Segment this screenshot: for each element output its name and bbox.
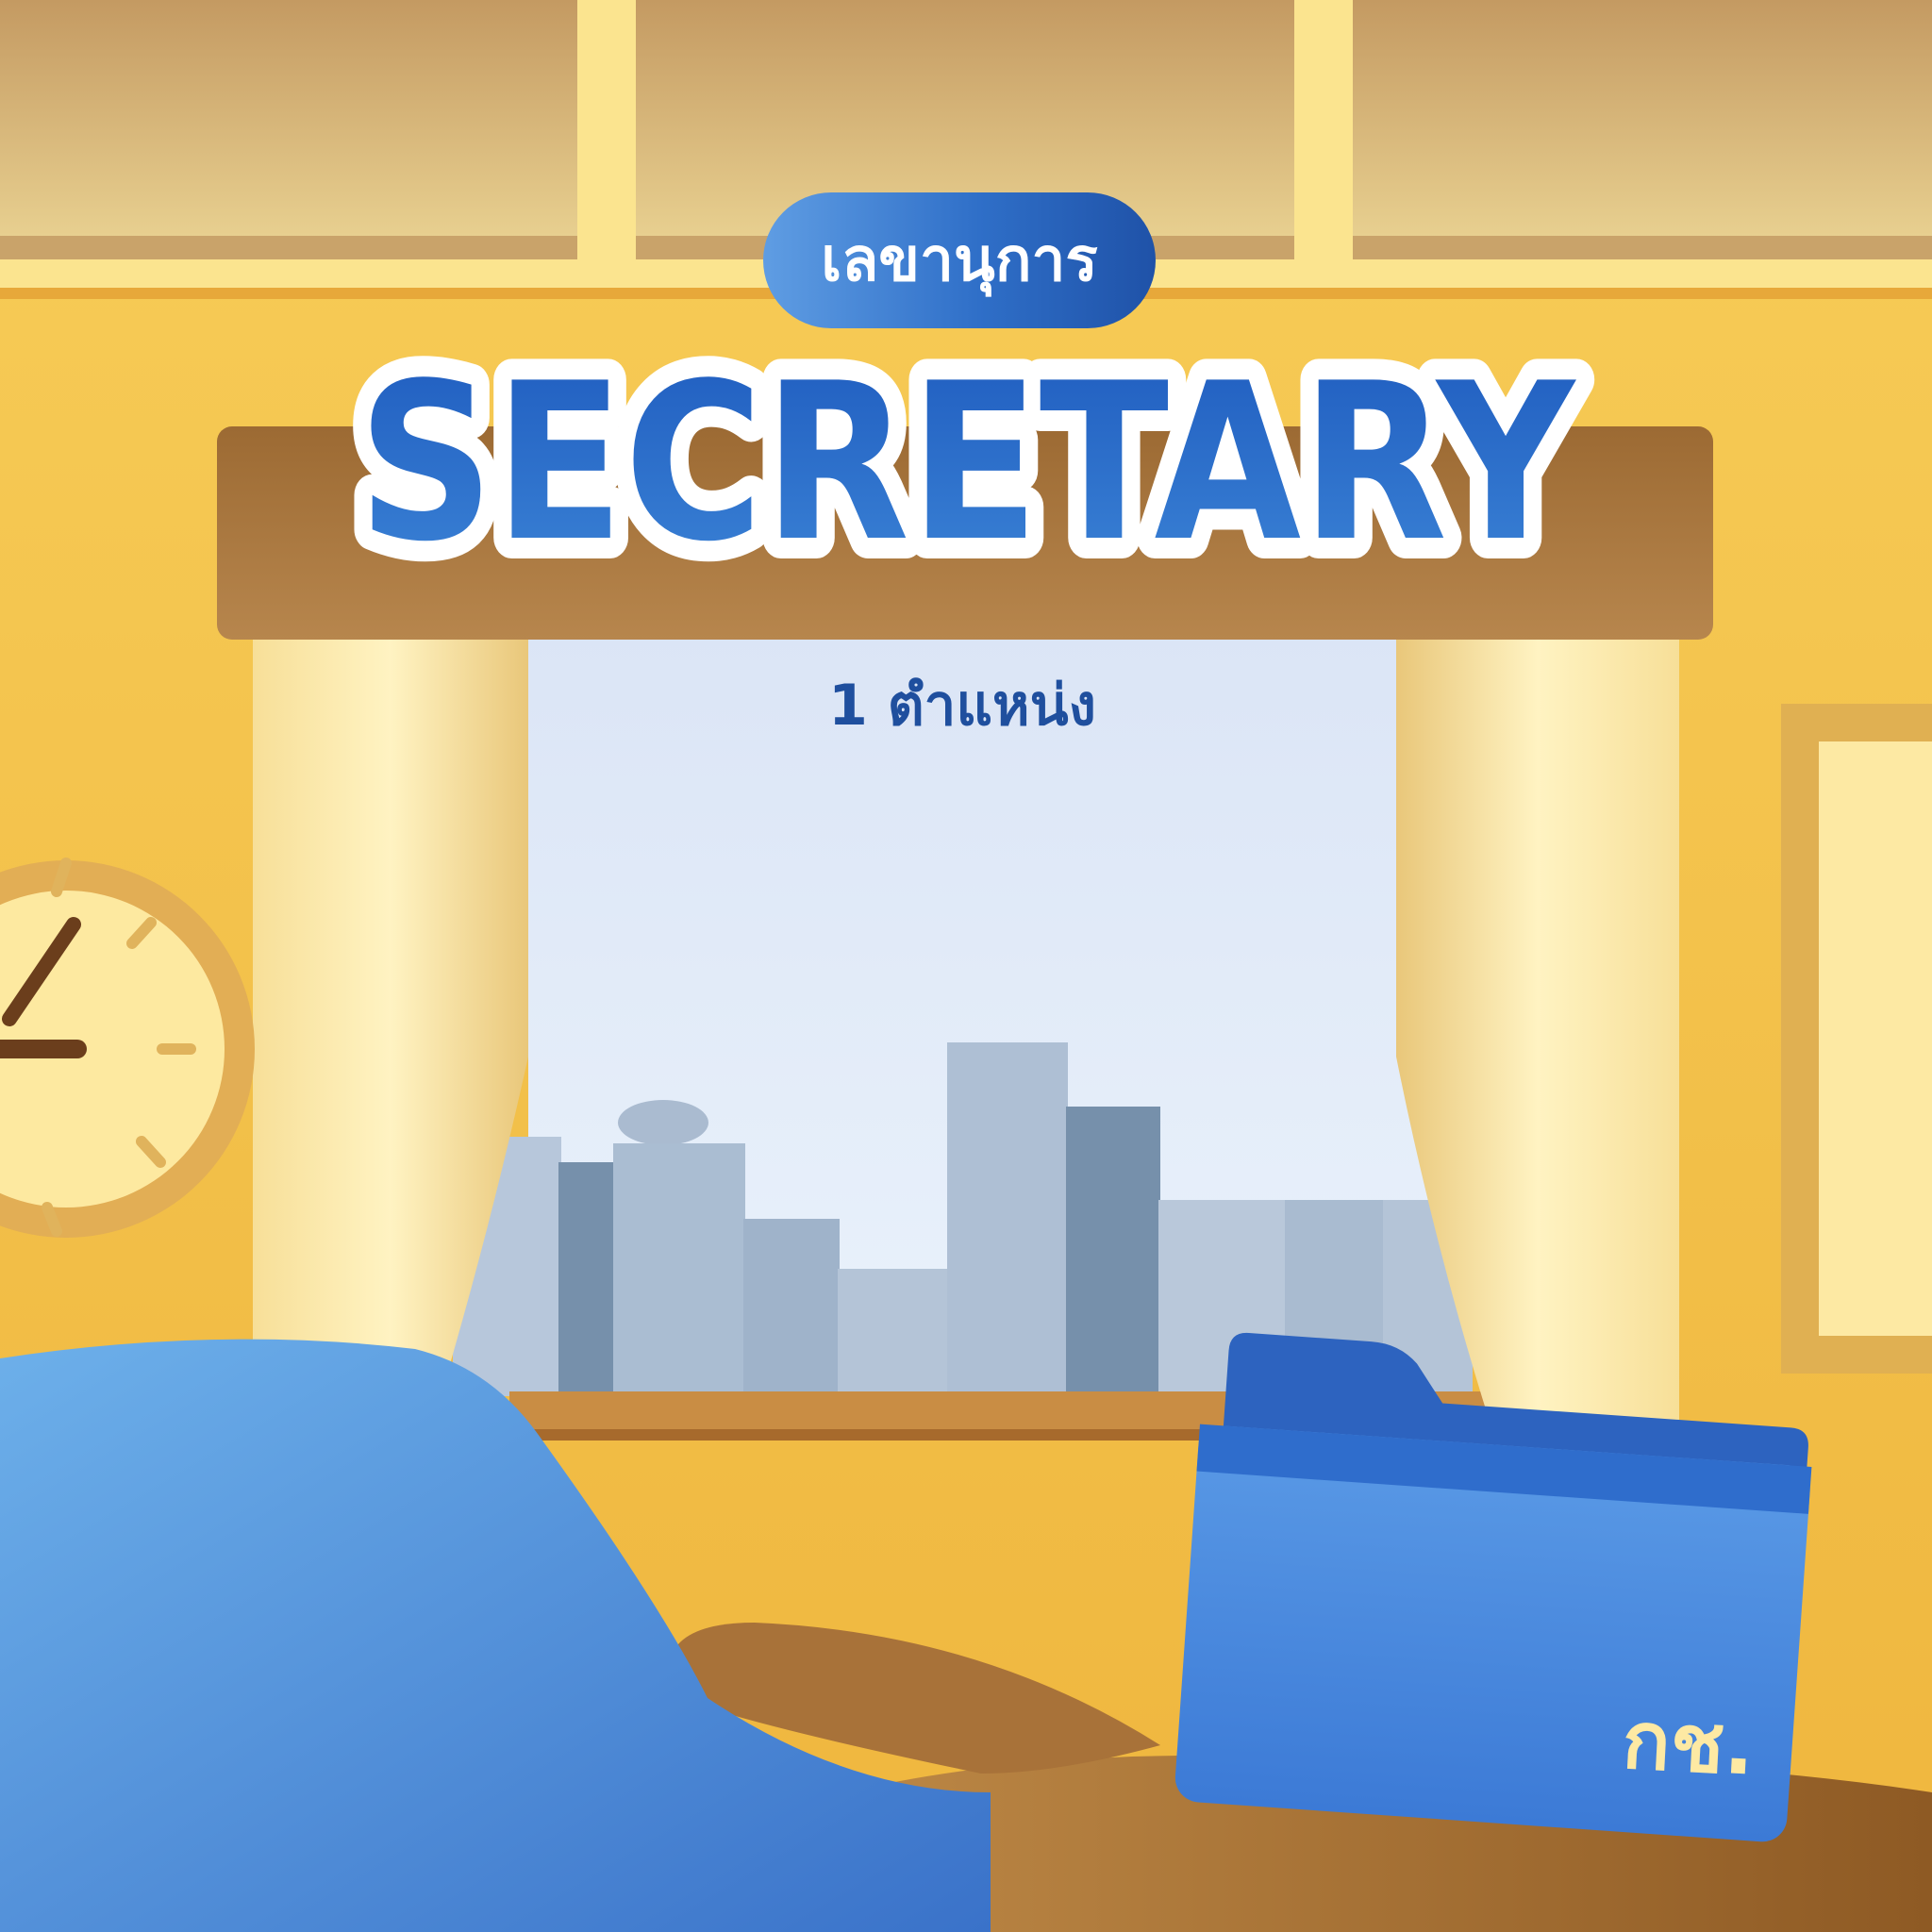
ceiling: [0, 0, 1932, 299]
picture-frame: [1781, 704, 1932, 1374]
illustration-scene: เลขานุการ SECRETARY SECRETARY 1 ตำแหน่ง …: [0, 0, 1932, 1932]
curtain-valance: [217, 426, 1713, 640]
background-illustration: [0, 0, 1932, 1932]
